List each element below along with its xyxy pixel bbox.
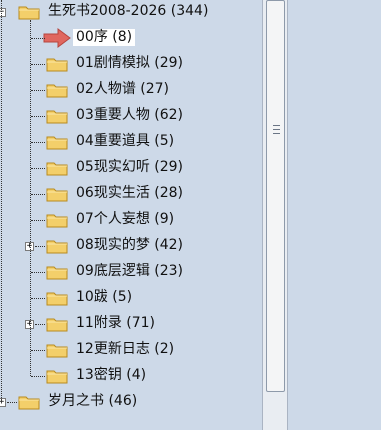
tree-item-label: 02人物谱 (27) (76, 81, 170, 97)
content-pane (288, 0, 381, 430)
tree-item-label: 00序 (8) (73, 29, 136, 46)
folder-icon (46, 212, 68, 228)
tree-connector (31, 298, 45, 299)
tree-item-label: 09底层逻辑 (23) (76, 263, 184, 279)
tree-item-label: 12更新日志 (2) (76, 341, 175, 357)
tree-node-sibling[interactable]: + 岁月之书 (46) (0, 389, 262, 415)
tree-node-root[interactable]: − 生死书2008-2026 (344) (0, 0, 262, 25)
tree-item-label: 06现实生活 (28) (76, 185, 184, 201)
tree-item-label: 11附录 (71) (76, 315, 156, 331)
tree-item-label: 08现实的梦 (42) (76, 237, 184, 253)
tree-connector (31, 38, 45, 39)
folder-icon (46, 108, 68, 124)
folder-icon (46, 238, 68, 254)
tree-connector (31, 64, 45, 65)
tree-connector (31, 194, 45, 195)
scrollbar-thumb[interactable] (266, 0, 285, 392)
folder-icon (46, 342, 68, 358)
folder-icon (46, 316, 68, 332)
tree-item-label: 07个人妄想 (9) (76, 211, 175, 227)
scroll-grip-icon (273, 125, 280, 134)
tree-connector (31, 116, 45, 117)
tree-item-label: 13密钥 (4) (76, 367, 147, 383)
folder-icon (46, 134, 68, 150)
folder-icon (46, 290, 68, 306)
folder-icon (18, 4, 40, 20)
tree-connector (31, 350, 45, 351)
folder-icon (46, 160, 68, 176)
tree-connector (31, 168, 45, 169)
tree-item-label: 03重要人物 (62) (76, 107, 184, 123)
tree-connector (31, 142, 45, 143)
folder-icon (18, 394, 40, 410)
folder-icon (46, 264, 68, 280)
tree-connector (7, 402, 17, 403)
tree-connector (1, 0, 2, 402)
tree-connector (31, 90, 45, 91)
tree-item-label: 10跋 (5) (76, 289, 133, 305)
folder-icon (46, 186, 68, 202)
arrow-right-icon (43, 28, 71, 48)
tree-connector (31, 272, 45, 273)
tree-item-label: 生死书2008-2026 (344) (48, 3, 209, 19)
vertical-scrollbar[interactable] (262, 0, 288, 430)
tree-item-label: 04重要道具 (5) (76, 133, 175, 149)
tree-connector (35, 324, 45, 325)
folder-icon (46, 368, 68, 384)
folder-icon (46, 82, 68, 98)
tree-connector (30, 20, 31, 376)
tree-connector (31, 376, 45, 377)
folder-tree: − 生死书2008-2026 (344) 00序 (8) 01剧情模拟 (29) 02人… (0, 0, 262, 430)
tree-item-label: 岁月之书 (46) (48, 393, 138, 409)
tree-item-label: 01剧情模拟 (29) (76, 55, 184, 71)
tree-connector (35, 246, 45, 247)
tree-connector (31, 220, 45, 221)
folder-icon (46, 56, 68, 72)
tree-item-label: 05现实幻听 (29) (76, 159, 184, 175)
